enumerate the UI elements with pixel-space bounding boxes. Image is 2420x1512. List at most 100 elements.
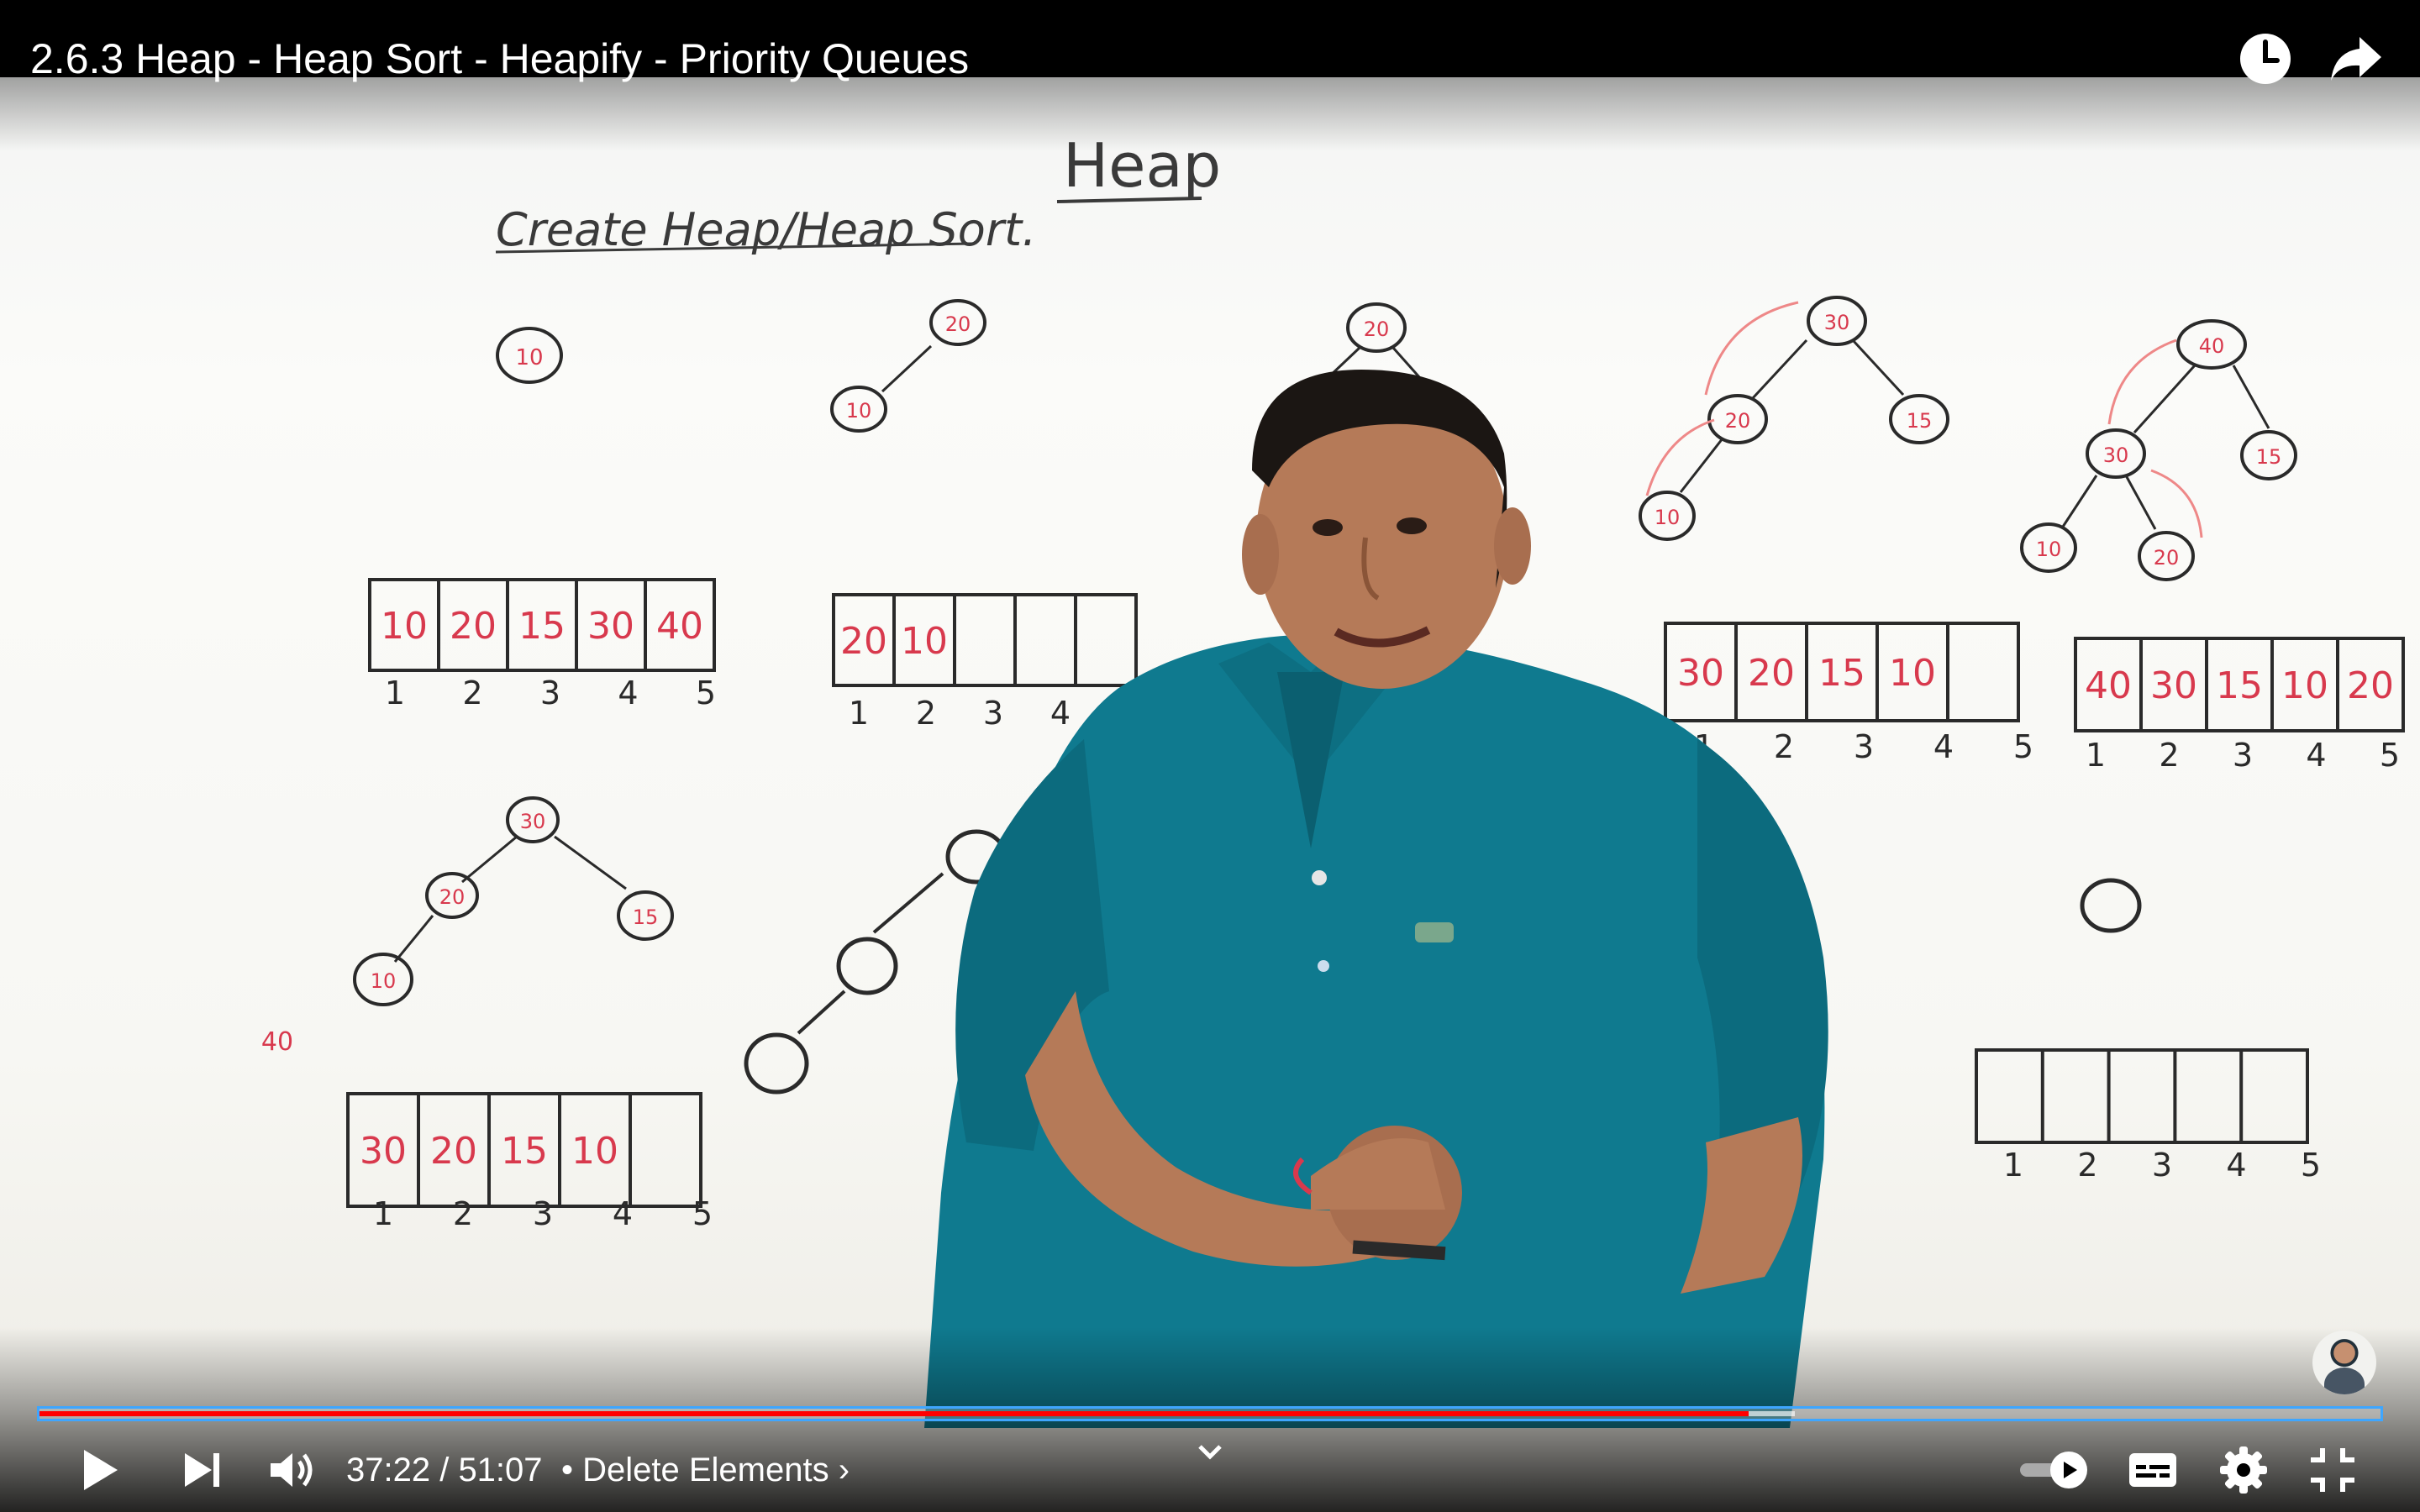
chapter-title[interactable]: • Delete Elements ›: [561, 1450, 850, 1490]
share-arrow-icon[interactable]: [2328, 30, 2385, 87]
array-index: 5: [696, 675, 716, 711]
whiteboard: Heap Create Heap/Heap Sort. 10 20 10 20: [261, 130, 2405, 1428]
svg-text:10: 10: [846, 399, 872, 423]
player-controls: 37:22 / 51:07 • Delete Elements ›: [0, 1428, 2420, 1512]
array-index: 2: [916, 695, 936, 732]
array-cell: 15: [1818, 652, 1865, 695]
side-note: 40: [261, 1027, 293, 1057]
gear-icon[interactable]: [2217, 1443, 2270, 1497]
top-gradient: [0, 76, 2420, 151]
svg-text:10: 10: [515, 345, 543, 370]
time-display: 37:22 / 51:07: [346, 1452, 543, 1488]
array-6: 1 2 3 4 5: [1975, 1048, 2321, 1184]
array-index: 3: [1854, 728, 1874, 765]
video-title[interactable]: 2.6.3 Heap - Heap Sort - Heapify - Prior…: [30, 32, 969, 86]
array-cell: 10: [381, 605, 428, 648]
array-cell: 15: [2216, 664, 2263, 707]
array-cell: 10: [901, 620, 948, 663]
array-cell: 20: [1748, 652, 1795, 695]
array-index: 1: [2086, 737, 2106, 774]
channel-avatar[interactable]: [2312, 1331, 2376, 1394]
captions-icon[interactable]: [2126, 1443, 2180, 1497]
svg-text:30: 30: [520, 810, 546, 833]
tree-6: 30 20 15 10 40: [261, 796, 674, 1057]
array-index: 1: [849, 695, 869, 732]
svg-text:10: 10: [2036, 538, 2062, 561]
progress-bar[interactable]: [37, 1406, 2383, 1421]
tree-3: 20: [1326, 302, 1422, 380]
svg-text:30: 30: [2103, 444, 2129, 467]
array-cell: 10: [571, 1130, 618, 1173]
array-3: 3020151012345: [1664, 622, 2033, 765]
svg-text:15: 15: [2256, 445, 2282, 469]
array-index: 4: [1050, 695, 1071, 732]
array-index: 5: [2380, 737, 2400, 774]
array-cell: 20: [430, 1130, 477, 1173]
svg-text:20: 20: [945, 312, 971, 336]
array-index: 2: [2077, 1147, 2097, 1184]
svg-text:20: 20: [439, 885, 466, 909]
tree-1: 10: [496, 327, 563, 384]
array-cell: 40: [656, 605, 703, 648]
array-cell: 30: [360, 1130, 407, 1173]
video-player[interactable]: Heap Create Heap/Heap Sort. 10 20 10 20: [0, 0, 2420, 1512]
array-cell: 40: [2085, 664, 2132, 707]
array-cell: 20: [450, 605, 497, 648]
array-index: 2: [453, 1195, 473, 1232]
array-index: 3: [983, 695, 1003, 732]
array-cell: 30: [2150, 664, 2197, 707]
svg-text:10: 10: [1655, 506, 1681, 529]
progress-buffered: [1748, 1411, 1796, 1416]
array-index: 5: [2013, 728, 2033, 765]
array-1: 10 20 15 30 40 1 2 3 4 5: [368, 578, 716, 711]
array-cell: 15: [518, 605, 566, 648]
array-cell: 20: [840, 620, 887, 663]
array-index: 3: [2152, 1147, 2172, 1184]
svg-text:15: 15: [1907, 409, 1933, 433]
tree-5: 40 30 15 10 20: [2020, 319, 2297, 581]
svg-text:30: 30: [1824, 311, 1850, 334]
next-icon[interactable]: [175, 1443, 229, 1497]
array-index: 4: [1933, 728, 1954, 765]
svg-text:20: 20: [1364, 318, 1390, 341]
array-index: 2: [462, 675, 482, 711]
exit-fullscreen-icon[interactable]: [2306, 1443, 2360, 1497]
clock-icon[interactable]: [2237, 30, 2294, 87]
array-index: 2: [1774, 728, 1794, 765]
array-index: 2: [2159, 737, 2179, 774]
array-index: 3: [2233, 737, 2253, 774]
progress-played: [39, 1411, 1749, 1416]
array-index: 1: [373, 1195, 393, 1232]
svg-text:20: 20: [1725, 409, 1751, 433]
volume-icon[interactable]: [264, 1443, 318, 1497]
array-index: 5: [2301, 1147, 2321, 1184]
tree-2: 20 10: [830, 299, 986, 433]
svg-text:20: 20: [2154, 546, 2180, 570]
array-index: 3: [540, 675, 560, 711]
array-index: 4: [618, 675, 638, 711]
array-index: 3: [533, 1195, 553, 1232]
array-index: 1: [385, 675, 405, 711]
autoplay-toggle-icon[interactable]: [2017, 1443, 2101, 1497]
svg-text:15: 15: [633, 906, 659, 929]
presenter: [924, 370, 1828, 1428]
svg-text:10: 10: [371, 969, 397, 993]
svg-text:40: 40: [2199, 334, 2225, 358]
array-2: 201012345: [832, 593, 1138, 732]
array-index: 4: [613, 1195, 633, 1232]
array-cell: 30: [587, 605, 634, 648]
array-index: 4: [2306, 737, 2326, 774]
array-index: 1: [2003, 1147, 2023, 1184]
array-cell: 10: [1889, 652, 1936, 695]
top-bar: 2.6.3 Heap - Heap Sort - Heapify - Prior…: [0, 0, 2420, 84]
array-index: 5: [692, 1195, 713, 1232]
chevron-down-icon[interactable]: [1193, 1435, 1227, 1468]
array-cell: 20: [2347, 664, 2394, 707]
play-icon[interactable]: [72, 1443, 126, 1497]
array-5: 30 20 15 10 1 2 3 4 5: [346, 1092, 713, 1232]
array-4: 40 30 15 10 20 1 2 3 4 5: [2074, 637, 2405, 774]
array-cell: 30: [1677, 652, 1724, 695]
tree-4: 30 20 15 10: [1639, 296, 1949, 541]
array-cell: 10: [2281, 664, 2328, 707]
array-index: 4: [2226, 1147, 2246, 1184]
